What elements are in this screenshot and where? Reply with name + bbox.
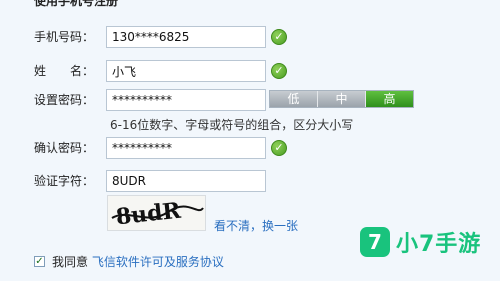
- password-strength-meter: 低 中 高: [269, 90, 414, 108]
- password-hint: 6-16位数字、字母或符号的组合，区分大小写: [110, 118, 354, 132]
- section-title: 使用手机号注册: [34, 0, 119, 8]
- captcha-image-text: 8udR: [115, 198, 183, 230]
- name-label: 姓 名：: [34, 64, 95, 78]
- watermark-text: 小7手游: [396, 232, 482, 257]
- captcha-distorted-text-icon: 8udR: [111, 198, 204, 230]
- agreement-link[interactable]: 飞信软件许可及服务协议: [92, 255, 224, 269]
- captcha-label: 验证字符：: [34, 174, 95, 188]
- confirm-password-input[interactable]: [106, 137, 266, 159]
- watermark-logo-icon: 7: [360, 227, 390, 257]
- confirm-valid-check-icon: ✓: [271, 140, 287, 156]
- captcha-refresh-link[interactable]: 看不清，换一张: [214, 217, 298, 234]
- name-input[interactable]: [106, 60, 266, 82]
- agreement-text: 我同意 飞信软件许可及服务协议: [52, 253, 224, 270]
- captcha-image[interactable]: 8udR: [107, 195, 206, 231]
- confirm-password-label: 确认密码：: [34, 141, 95, 155]
- agreement-prefix: 我同意: [52, 255, 89, 269]
- strength-low: 低: [270, 91, 318, 107]
- phone-valid-check-icon: ✓: [271, 29, 287, 45]
- phone-input[interactable]: [106, 26, 266, 48]
- phone-label: 手机号码：: [34, 30, 95, 44]
- agreement-checkbox[interactable]: ✓: [34, 256, 45, 267]
- watermark: 7 小7手游: [360, 226, 481, 258]
- captcha-input[interactable]: [106, 170, 266, 192]
- password-input[interactable]: [106, 89, 266, 111]
- strength-high: 高: [366, 91, 413, 107]
- name-valid-check-icon: ✓: [271, 63, 287, 79]
- strength-medium: 中: [318, 91, 366, 107]
- password-label: 设置密码：: [34, 93, 95, 107]
